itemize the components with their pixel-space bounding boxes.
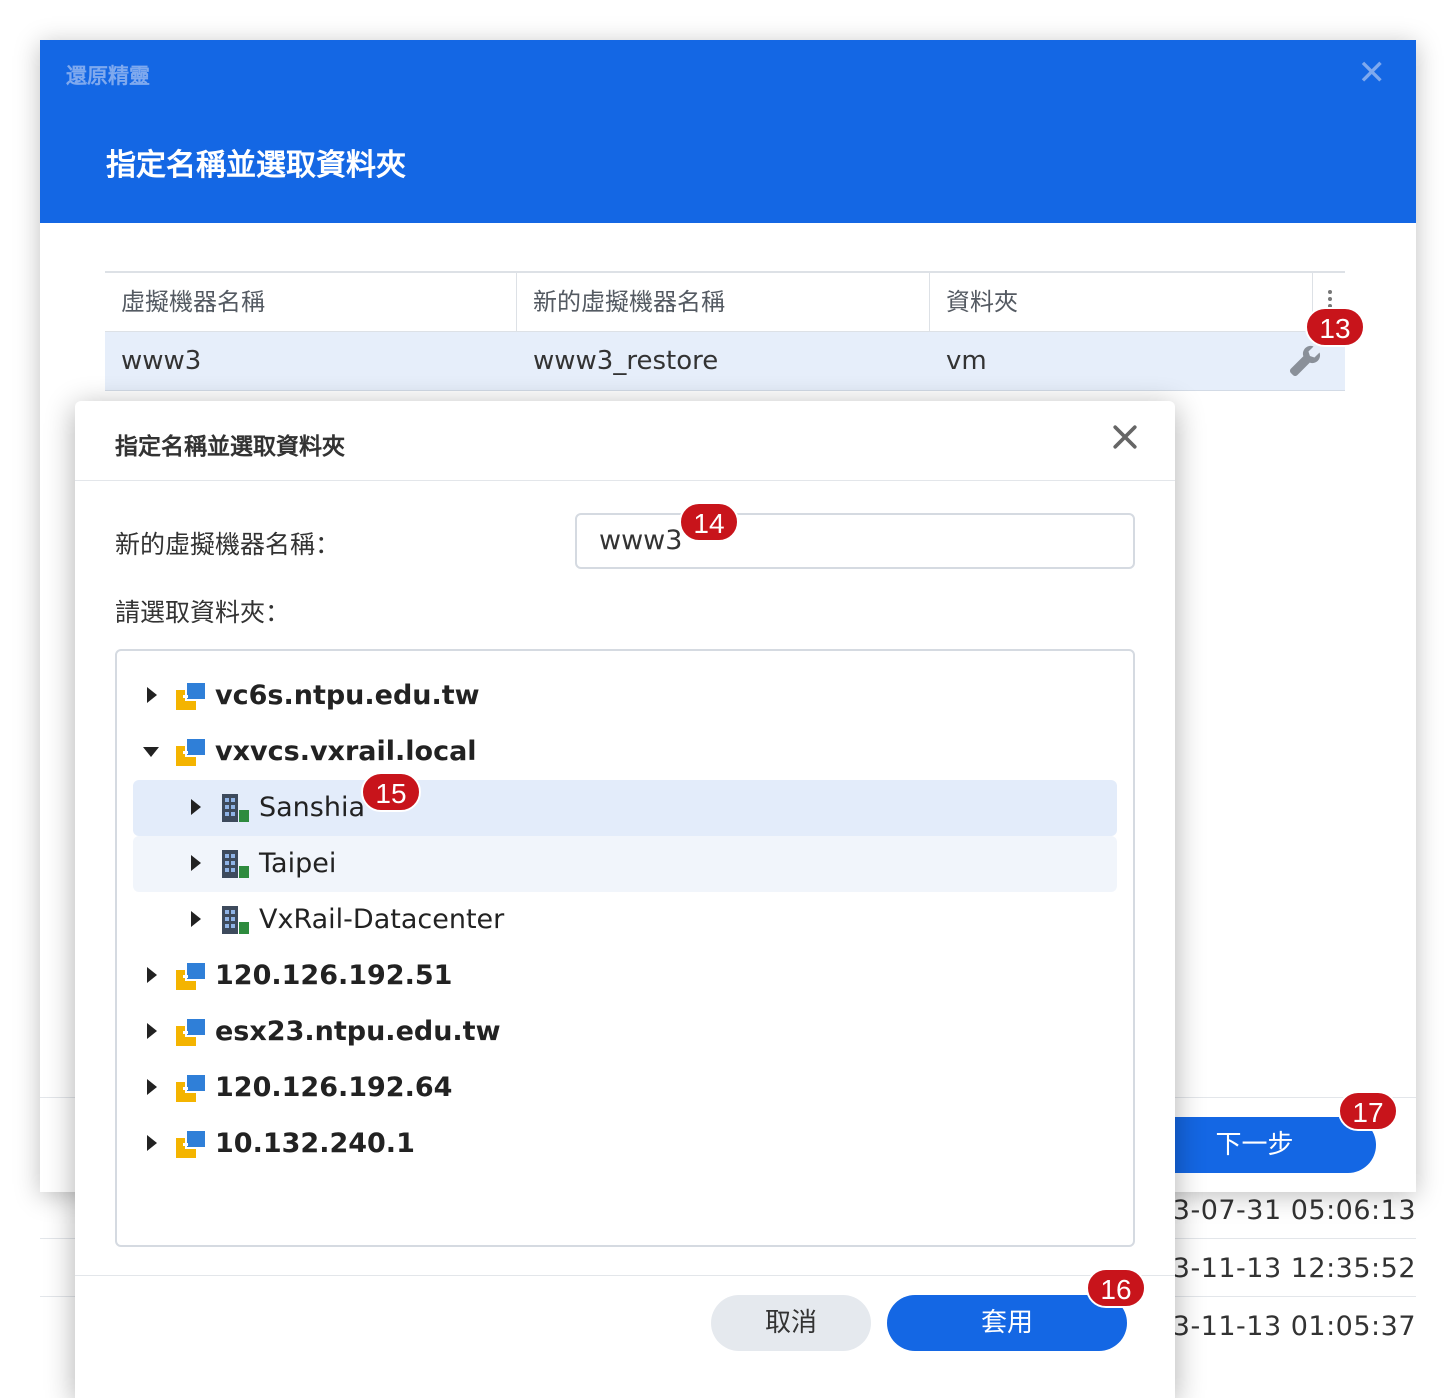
- datacenter-icon: [222, 794, 249, 822]
- vcenter-icon: [176, 681, 207, 710]
- expand-arrow-icon[interactable]: [147, 687, 157, 703]
- annotation-badge: 16: [1086, 1268, 1146, 1308]
- apply-button[interactable]: 套用: [887, 1295, 1127, 1351]
- tree-node[interactable]: 120.126.192.51: [133, 948, 1117, 1004]
- tree-node[interactable]: VxRail-Datacenter: [133, 892, 1117, 948]
- tree-node-label: vc6s.ntpu.edu.tw: [215, 680, 480, 711]
- tree-node-label: esx23.ntpu.edu.tw: [215, 1016, 501, 1047]
- tree-node[interactable]: 120.126.192.64: [133, 1060, 1117, 1116]
- expand-arrow-icon[interactable]: [191, 855, 201, 871]
- cell-new-vm-name: www3_restore: [533, 346, 719, 376]
- folder-label: 請選取資料夾：: [115, 598, 291, 627]
- vcenter-icon: [176, 1129, 207, 1158]
- dialog-title: 指定名稱並選取資料夾: [115, 434, 345, 460]
- annotation-badge: 13: [1305, 307, 1365, 347]
- vcenter-icon: [176, 1073, 207, 1102]
- tree-node-label: 10.132.240.1: [215, 1128, 415, 1159]
- step-title: 指定名稱並選取資料夾: [106, 148, 406, 183]
- tree-node[interactable]: vxvcs.vxrail.local: [133, 724, 1117, 780]
- expand-arrow-icon[interactable]: [147, 1023, 157, 1039]
- vcenter-icon: [176, 737, 207, 766]
- table-header: 虛擬機器名稱 新的虛擬機器名稱 資料夾: [105, 271, 1345, 332]
- annotation-badge: 17: [1338, 1091, 1398, 1131]
- row-time: 23-11-13 01:05:37: [1155, 1311, 1416, 1342]
- tree-node-label: VxRail-Datacenter: [259, 904, 505, 935]
- table-row[interactable]: www3 www3_restore vm: [105, 332, 1345, 391]
- column-header-folder[interactable]: 資料夾: [930, 273, 1313, 331]
- close-icon[interactable]: [1111, 423, 1139, 451]
- vcenter-icon: [176, 1017, 207, 1046]
- tree-node-label: Taipei: [259, 848, 337, 879]
- expand-arrow-icon[interactable]: [147, 1079, 157, 1095]
- vcenter-icon: [176, 961, 207, 990]
- expand-arrow-icon[interactable]: [191, 799, 201, 815]
- expand-arrow-icon[interactable]: [147, 967, 157, 983]
- wizard-header: 還原精靈 ✕ 指定名稱並選取資料夾: [40, 40, 1416, 223]
- new-vm-name-label: 新的虛擬機器名稱：: [115, 530, 341, 559]
- tree-node-label: 120.126.192.51: [215, 960, 453, 991]
- new-vm-name-input[interactable]: www3: [575, 513, 1135, 569]
- annotation-badge: 14: [679, 502, 739, 542]
- cell-folder: vm: [946, 346, 987, 376]
- close-icon[interactable]: ✕: [1358, 56, 1387, 90]
- annotation-badge: 15: [361, 772, 421, 812]
- wrench-icon[interactable]: [1287, 343, 1323, 379]
- vm-table: 虛擬機器名稱 新的虛擬機器名稱 資料夾 www3 www3_restore vm: [105, 271, 1345, 391]
- tree-node[interactable]: 10.132.240.1: [133, 1116, 1117, 1172]
- tree-node-selected[interactable]: Sanshia: [133, 780, 1117, 836]
- collapse-arrow-icon[interactable]: [143, 747, 159, 757]
- tree-node[interactable]: vc6s.ntpu.edu.tw: [133, 668, 1117, 724]
- tree-node[interactable]: esx23.ntpu.edu.tw: [133, 1004, 1117, 1060]
- app-title: 還原精靈: [66, 64, 150, 88]
- divider: [75, 480, 1175, 481]
- cell-vm-name: www3: [121, 346, 202, 376]
- folder-dialog: 指定名稱並選取資料夾 新的虛擬機器名稱： www3 請選取資料夾： vc6s.n…: [75, 401, 1175, 1398]
- cancel-button[interactable]: 取消: [711, 1295, 871, 1351]
- tree-node[interactable]: Taipei: [133, 836, 1117, 892]
- expand-arrow-icon[interactable]: [191, 911, 201, 927]
- tree-node-label: vxvcs.vxrail.local: [215, 736, 477, 767]
- tree-node-label: 120.126.192.64: [215, 1072, 453, 1103]
- datacenter-icon: [222, 850, 249, 878]
- tree-node-label: Sanshia: [259, 792, 366, 823]
- expand-arrow-icon[interactable]: [147, 1135, 157, 1151]
- row-time: 23-11-13 12:35:52: [1155, 1253, 1416, 1284]
- column-header-vm-name[interactable]: 虛擬機器名稱: [105, 273, 517, 331]
- column-header-new-vm-name[interactable]: 新的虛擬機器名稱: [517, 273, 930, 331]
- row-time: 23-07-31 05:06:13: [1155, 1195, 1416, 1226]
- divider: [75, 1275, 1175, 1276]
- folder-tree: vc6s.ntpu.edu.tw vxvcs.vxrail.local Sans…: [115, 649, 1135, 1247]
- datacenter-icon: [222, 906, 249, 934]
